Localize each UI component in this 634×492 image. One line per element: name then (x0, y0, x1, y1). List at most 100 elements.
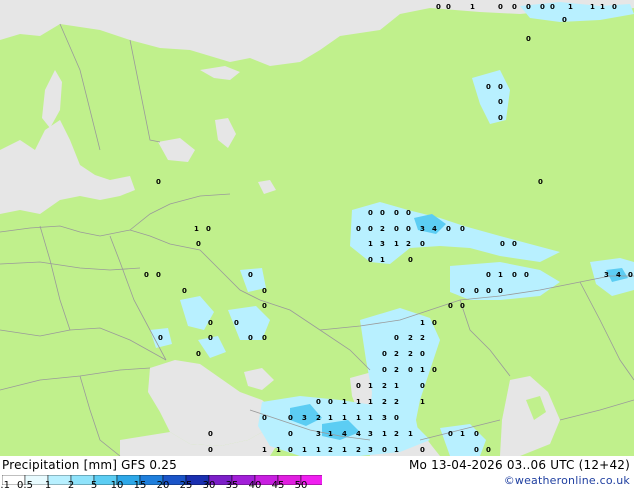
value-label: 1 (568, 3, 573, 11)
value-label: 0 (368, 225, 373, 233)
value-label: 0 (486, 446, 491, 454)
value-label: 0 (420, 446, 425, 454)
value-label: 1 (380, 256, 385, 264)
legend-tick-label: 30 (202, 480, 216, 491)
value-label: 0 (368, 209, 373, 217)
value-label: 2 (406, 240, 411, 248)
value-label: 1 (420, 398, 425, 406)
value-label: 1 (342, 398, 347, 406)
value-label: 0 (394, 414, 399, 422)
legend-tick-label: 40 (248, 480, 262, 491)
value-label: 1 (194, 225, 199, 233)
value-label: 0 (448, 302, 453, 310)
value-label: 1 (394, 240, 399, 248)
value-label: 2 (408, 334, 413, 342)
value-label: 0 (394, 334, 399, 342)
value-label: 0 (328, 398, 333, 406)
value-label: 0 (158, 334, 163, 342)
value-label: 0 (368, 256, 373, 264)
value-label: 1 (394, 382, 399, 390)
value-label: 1 (498, 271, 503, 279)
value-label: 0 (512, 271, 517, 279)
value-label: 1 (328, 414, 333, 422)
value-label: 2 (380, 225, 385, 233)
value-label: 0 (288, 446, 293, 454)
value-label: 0 (498, 287, 503, 295)
value-label: 0 (406, 209, 411, 217)
value-label: 1 (420, 366, 425, 374)
value-label: 0 (208, 319, 213, 327)
value-label: 0 (486, 271, 491, 279)
value-label: 1 (356, 398, 361, 406)
value-label: 4 (356, 430, 361, 438)
value-label: 2 (394, 398, 399, 406)
value-label: 0 (420, 240, 425, 248)
value-label: 0 (208, 430, 213, 438)
value-label: 0 (316, 398, 321, 406)
credit-link[interactable]: ©weatheronline.co.uk (504, 474, 630, 487)
color-scale-labels: 0.10.5125101520253035404550 (0, 480, 330, 492)
value-label: 0 (474, 446, 479, 454)
value-label: 0 (486, 83, 491, 91)
legend-tick-label: 5 (90, 480, 98, 491)
value-label: 1 (470, 3, 475, 11)
value-label: 1 (600, 3, 605, 11)
value-label: 2 (394, 366, 399, 374)
value-label: 0 (380, 209, 385, 217)
value-label: 3 (382, 414, 387, 422)
forecast-datetime: Mo 13-04-2026 03..06 UTC (12+42) (408, 458, 630, 472)
value-label: 0 (156, 271, 161, 279)
value-label: 3 (368, 446, 373, 454)
value-label: 2 (382, 398, 387, 406)
value-label: 0 (612, 3, 617, 11)
value-label: 1 (394, 446, 399, 454)
value-label: 2 (316, 414, 321, 422)
value-label: 3 (302, 414, 307, 422)
value-label: 0 (394, 209, 399, 217)
value-label: 0 (394, 225, 399, 233)
value-label: 0 (248, 271, 253, 279)
value-label: 0 (262, 302, 267, 310)
value-label: 1 (368, 382, 373, 390)
value-label: 0 (196, 240, 201, 248)
value-label: 1 (342, 446, 347, 454)
legend-tick-label: 10 (110, 480, 124, 491)
map-footer: Precipitation [mm] GFS 0.25 Mo 13-04-202… (0, 456, 634, 492)
value-label: 0 (538, 178, 543, 186)
value-label: 0 (356, 225, 361, 233)
value-label: 1 (302, 446, 307, 454)
legend-tick-label: 15 (133, 480, 147, 491)
value-label: 0 (436, 3, 441, 11)
value-label: 1 (316, 446, 321, 454)
value-label: 0 (262, 334, 267, 342)
value-label: 0 (526, 3, 531, 11)
value-label: 3 (420, 225, 425, 233)
value-label: 2 (356, 446, 361, 454)
value-label: 1 (328, 430, 333, 438)
value-label: 0 (196, 350, 201, 358)
value-label: 0 (420, 350, 425, 358)
value-label: 0 (406, 225, 411, 233)
legend-tick-label: 0.1 (0, 480, 10, 491)
value-label: 0 (288, 430, 293, 438)
value-label: 0 (144, 271, 149, 279)
value-label: 0 (382, 366, 387, 374)
legend-tick-label: 25 (179, 480, 193, 491)
value-label: 1 (356, 414, 361, 422)
value-label: 4 (342, 430, 347, 438)
value-label: 0 (498, 3, 503, 11)
value-label: 0 (448, 430, 453, 438)
value-label: 0 (262, 414, 267, 422)
value-label: 0 (460, 287, 465, 295)
value-label: 0 (446, 225, 451, 233)
value-label: 1 (420, 319, 425, 327)
value-label: 0 (208, 446, 213, 454)
value-label: 0 (432, 366, 437, 374)
value-label: 1 (262, 446, 267, 454)
value-label: 0 (550, 3, 555, 11)
value-label: 0 (156, 178, 161, 186)
value-label: 0 (248, 334, 253, 342)
value-label: 0 (512, 240, 517, 248)
value-label: 0 (262, 287, 267, 295)
value-label: 1 (382, 430, 387, 438)
